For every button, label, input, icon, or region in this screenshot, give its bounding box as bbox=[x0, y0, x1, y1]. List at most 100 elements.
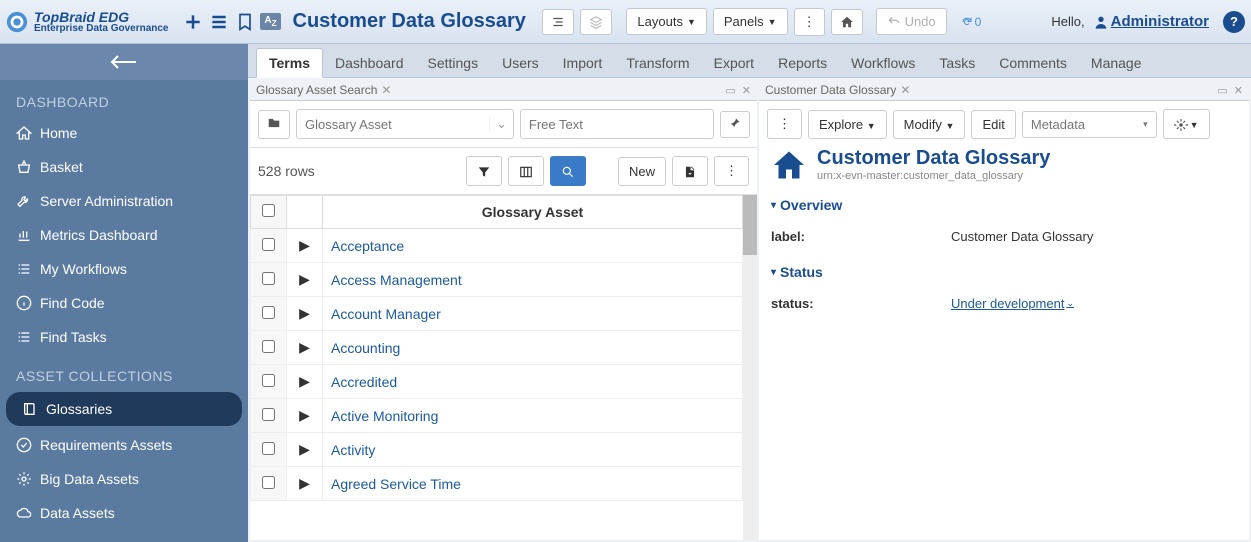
explore-button[interactable]: Explore ▼ bbox=[808, 110, 887, 139]
folder-button[interactable] bbox=[258, 110, 290, 139]
tab-comments[interactable]: Comments bbox=[987, 49, 1079, 77]
sidebar-section-assets: ASSET COLLECTIONS bbox=[0, 354, 248, 390]
tab-workflows[interactable]: Workflows bbox=[839, 49, 927, 77]
sidebar-item-data-assets[interactable]: Data Assets bbox=[0, 496, 248, 530]
asset-link[interactable]: Agreed Service Time bbox=[331, 476, 461, 492]
tab-import[interactable]: Import bbox=[551, 49, 615, 77]
tab-dashboard[interactable]: Dashboard bbox=[323, 49, 416, 77]
row-checkbox[interactable] bbox=[262, 476, 275, 489]
undo-button[interactable]: Undo bbox=[876, 8, 947, 35]
row-checkbox[interactable] bbox=[262, 340, 275, 353]
sidebar-item-basket[interactable]: Basket bbox=[0, 150, 248, 184]
sidebar-item-home[interactable]: Home bbox=[0, 116, 248, 150]
expand-row[interactable]: ▶ bbox=[287, 467, 323, 501]
sidebar-item-metrics-dashboard[interactable]: Metrics Dashboard bbox=[0, 218, 248, 252]
asset-link[interactable]: Accredited bbox=[331, 374, 397, 390]
close-icon[interactable]: ✕ bbox=[381, 83, 391, 97]
expand-row[interactable]: ▶ bbox=[287, 263, 323, 297]
filter-button[interactable] bbox=[466, 156, 502, 186]
edit-button[interactable]: Edit bbox=[971, 110, 1015, 139]
sidebar-item-my-workflows[interactable]: My Workflows bbox=[0, 252, 248, 286]
asset-link[interactable]: Activity bbox=[331, 442, 375, 458]
outdent-button[interactable] bbox=[542, 9, 574, 35]
sidebar-item-label: Requirements Assets bbox=[40, 437, 172, 453]
asset-type-input[interactable] bbox=[297, 117, 489, 132]
status-section-header[interactable]: ▾Status bbox=[759, 254, 1249, 286]
kebab-button[interactable]: ⋮ bbox=[794, 8, 825, 36]
modify-button[interactable]: Modify ▼ bbox=[893, 110, 966, 139]
layers-button[interactable] bbox=[580, 9, 612, 35]
row-checkbox[interactable] bbox=[262, 442, 275, 455]
tab-users[interactable]: Users bbox=[490, 49, 551, 77]
expand-row[interactable]: ▶ bbox=[287, 297, 323, 331]
maximize-icon[interactable]: ▭ bbox=[725, 84, 735, 97]
expand-row[interactable]: ▶ bbox=[287, 399, 323, 433]
tab-transform[interactable]: Transform bbox=[614, 49, 701, 77]
new-button[interactable]: New bbox=[618, 157, 666, 186]
sidebar-item-glossaries[interactable]: Glossaries bbox=[6, 392, 242, 426]
panels-button[interactable]: Panels ▼ bbox=[713, 8, 788, 35]
sidebar-item-find-tasks[interactable]: Find Tasks bbox=[0, 320, 248, 354]
asset-link[interactable]: Acceptance bbox=[331, 238, 404, 254]
sidebar-item-big-data-assets[interactable]: Big Data Assets bbox=[0, 462, 248, 496]
grid-scrollbar[interactable] bbox=[743, 195, 757, 540]
close-panel-icon[interactable]: ✕ bbox=[1234, 84, 1243, 97]
sidebar-item-label: Metrics Dashboard bbox=[40, 227, 158, 243]
tab-reports[interactable]: Reports bbox=[766, 49, 839, 77]
metadata-select[interactable]: Metadata▾ bbox=[1022, 111, 1157, 138]
export-button[interactable] bbox=[672, 156, 708, 186]
sidebar-item-find-code[interactable]: Find Code bbox=[0, 286, 248, 320]
tab-manage[interactable]: Manage bbox=[1079, 49, 1154, 77]
asset-type-combo[interactable]: ⌄ bbox=[296, 109, 514, 139]
gear-button[interactable]: ▼ bbox=[1163, 109, 1210, 139]
az-icon[interactable]: AZ bbox=[259, 10, 283, 34]
refresh-indicator[interactable]: 0 bbox=[961, 15, 982, 29]
arrow-left-icon bbox=[110, 53, 138, 71]
hello-label: Hello, bbox=[1051, 14, 1084, 29]
layouts-button[interactable]: Layouts ▼ bbox=[626, 8, 706, 35]
sidebar-back[interactable] bbox=[0, 44, 248, 80]
tab-tasks[interactable]: Tasks bbox=[927, 49, 987, 77]
row-checkbox[interactable] bbox=[262, 272, 275, 285]
expand-row[interactable]: ▶ bbox=[287, 331, 323, 365]
results-grid: Glossary Asset ▶ Acceptance ▶ Access Manage… bbox=[250, 195, 757, 540]
detail-menu-button[interactable]: ⋮ bbox=[767, 109, 802, 139]
sidebar-item-server-administration[interactable]: Server Administration bbox=[0, 184, 248, 218]
column-header[interactable]: Glossary Asset bbox=[323, 196, 743, 229]
add-icon[interactable] bbox=[181, 10, 205, 34]
help-icon[interactable]: ? bbox=[1223, 11, 1245, 33]
select-all-checkbox[interactable] bbox=[262, 204, 275, 217]
search-button[interactable] bbox=[550, 156, 586, 186]
tab-export[interactable]: Export bbox=[702, 49, 766, 77]
close-panel-icon[interactable]: ✕ bbox=[742, 84, 751, 97]
asset-link[interactable]: Active Monitoring bbox=[331, 408, 438, 424]
chevron-down-icon[interactable]: ⌄ bbox=[489, 116, 513, 132]
admin-link[interactable]: Administrator bbox=[1093, 13, 1209, 30]
columns-button[interactable] bbox=[508, 156, 544, 186]
tab-settings[interactable]: Settings bbox=[415, 49, 490, 77]
free-text-input[interactable] bbox=[520, 109, 714, 139]
row-checkbox[interactable] bbox=[262, 374, 275, 387]
overview-section-header[interactable]: ▾Overview bbox=[759, 187, 1249, 219]
pin-button[interactable] bbox=[720, 111, 750, 138]
maximize-icon[interactable]: ▭ bbox=[1217, 84, 1227, 97]
row-checkbox[interactable] bbox=[262, 238, 275, 251]
close-icon[interactable]: ✕ bbox=[900, 83, 910, 97]
home-button[interactable] bbox=[831, 9, 863, 35]
expand-row[interactable]: ▶ bbox=[287, 433, 323, 467]
sidebar-item-label: Home bbox=[40, 125, 77, 141]
asset-link[interactable]: Accounting bbox=[331, 340, 400, 356]
sidebar-item-requirements-assets[interactable]: Requirements Assets bbox=[0, 428, 248, 462]
expand-row[interactable]: ▶ bbox=[287, 229, 323, 263]
tab-terms[interactable]: Terms bbox=[256, 48, 323, 78]
grid-menu-button[interactable]: ⋮ bbox=[714, 156, 749, 186]
bookmark-icon[interactable] bbox=[233, 10, 257, 34]
expand-row[interactable]: ▶ bbox=[287, 365, 323, 399]
row-checkbox[interactable] bbox=[262, 408, 275, 421]
row-checkbox[interactable] bbox=[262, 306, 275, 319]
menu-icon[interactable] bbox=[207, 10, 231, 34]
asset-link[interactable]: Account Manager bbox=[331, 306, 441, 322]
status-value[interactable]: Under development ⌄ bbox=[951, 296, 1074, 311]
sidebar-item-label: Data Assets bbox=[40, 505, 115, 521]
asset-link[interactable]: Access Management bbox=[331, 272, 462, 288]
